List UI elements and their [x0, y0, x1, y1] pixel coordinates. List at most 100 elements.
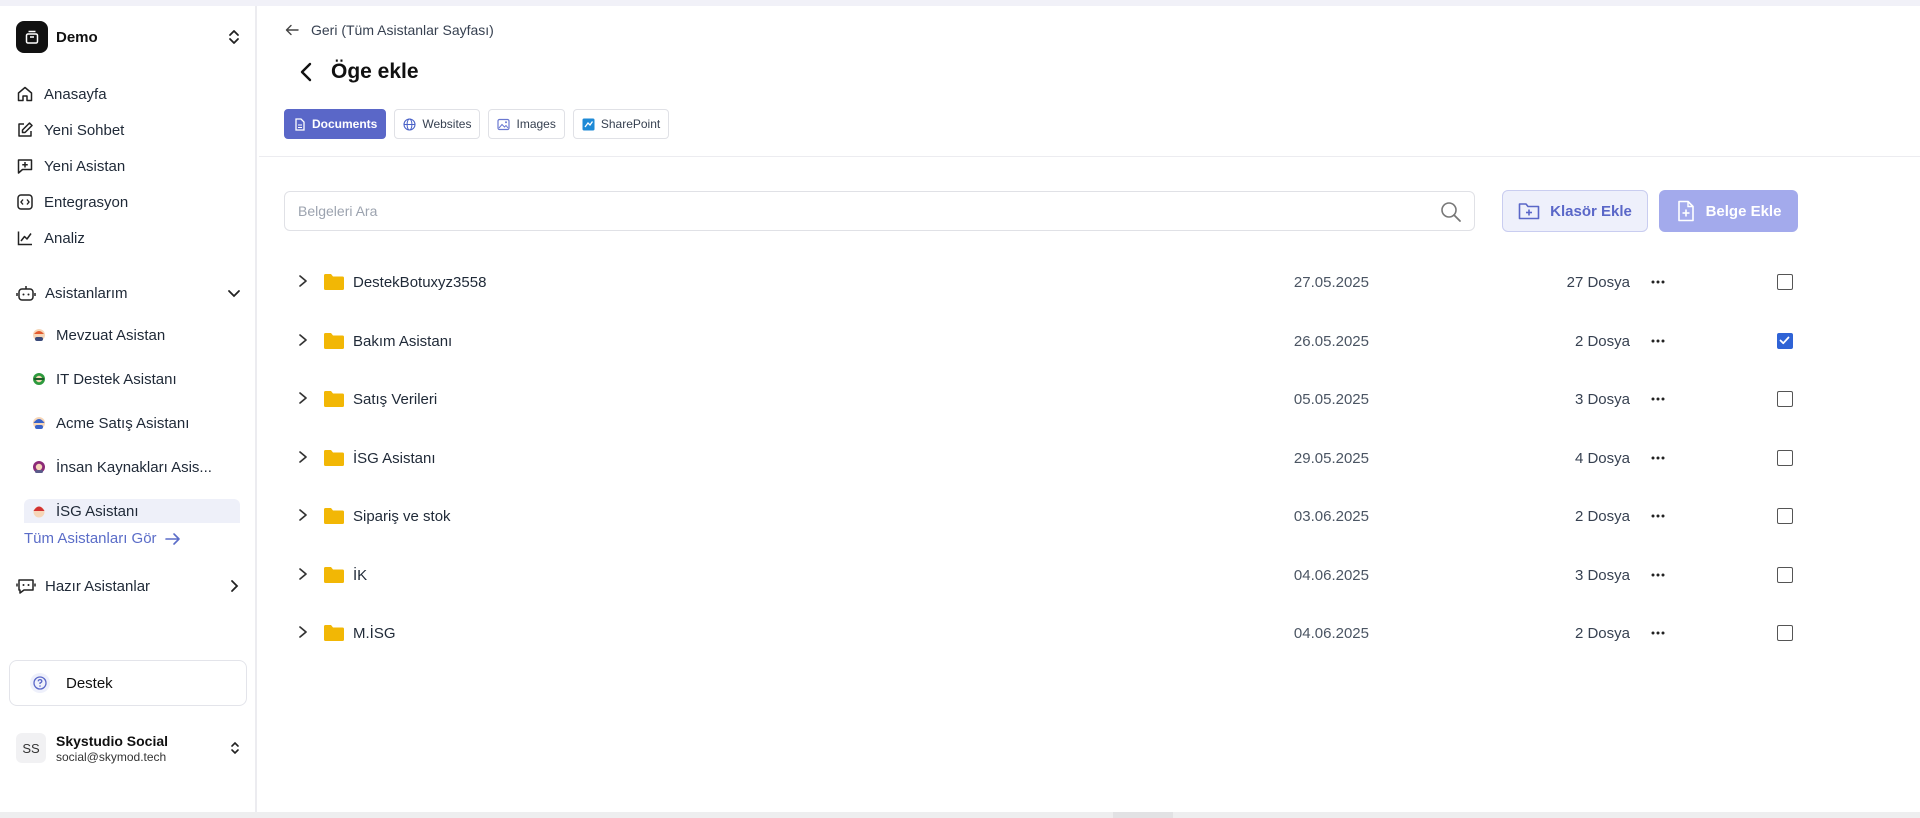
- chevron-right-icon[interactable]: [296, 273, 310, 289]
- assistant-item-acme-satis[interactable]: Acme Satış Asistanı: [24, 401, 240, 445]
- table-row[interactable]: İSG Asistanı 29.05.2025 4 Dosya: [284, 429, 1793, 488]
- assistant-avatar-icon: [32, 416, 46, 430]
- file-plus-icon: [1677, 200, 1694, 222]
- tab-label: Websites: [422, 117, 472, 131]
- more-options-icon[interactable]: [1650, 626, 1666, 640]
- add-document-button[interactable]: Belge Ekle: [1659, 190, 1798, 232]
- row-checkbox[interactable]: [1777, 449, 1793, 466]
- workspace-switcher[interactable]: Demo: [16, 20, 242, 54]
- add-folder-button[interactable]: Klasör Ekle: [1502, 190, 1648, 232]
- row-checkbox[interactable]: [1777, 391, 1793, 407]
- more-options-icon[interactable]: [1650, 451, 1666, 465]
- folder-icon: [324, 274, 344, 290]
- row-checkbox[interactable]: [1777, 625, 1793, 641]
- folder-list: DestekBotuxyz3558 27.05.2025 27 Dosya Bakım…: [284, 253, 1793, 663]
- chevron-right-icon[interactable]: [296, 507, 310, 523]
- folder-date: 04.06.2025: [1293, 625, 1369, 642]
- row-checkbox[interactable]: [1777, 274, 1793, 290]
- source-tabs: Documents Websites Images SharePoint: [284, 109, 677, 139]
- folder-name: Bakım Asistanı: [353, 332, 453, 350]
- row-checkbox[interactable]: [1777, 332, 1793, 349]
- assistant-item-isg[interactable]: İSG Asistanı: [24, 499, 240, 523]
- user-name: Skystudio Social: [56, 732, 169, 749]
- folder-date: 03.06.2025: [1293, 508, 1369, 525]
- nav-item-entegrasyon[interactable]: Entegrasyon: [16, 184, 242, 220]
- file-count: 4 Dosya: [1574, 449, 1630, 467]
- sharepoint-icon: [582, 118, 595, 130]
- folder-date: 27.05.2025: [1293, 274, 1369, 291]
- table-row[interactable]: Sipariş ve stok 03.06.2025 2 Dosya: [284, 487, 1793, 546]
- tab-websites[interactable]: Websites: [394, 109, 481, 139]
- nav-item-yeni-sohbet[interactable]: Yeni Sohbet: [16, 112, 242, 148]
- bot-message-icon: [16, 579, 36, 594]
- file-count: 3 Dosya: [1574, 566, 1630, 584]
- table-row[interactable]: Satış Verileri 05.05.2025 3 Dosya: [284, 370, 1793, 429]
- table-row[interactable]: İK 04.06.2025 3 Dosya: [284, 546, 1793, 605]
- assistant-label: İnsan Kaynakları Asis...: [56, 458, 212, 476]
- more-options-icon[interactable]: [1650, 392, 1666, 406]
- chevron-right-icon[interactable]: [296, 390, 310, 406]
- tab-label: SharePoint: [600, 117, 661, 131]
- tab-images[interactable]: Images: [488, 109, 565, 139]
- folder-plus-icon: [1518, 203, 1540, 220]
- folder-icon: [324, 625, 344, 641]
- home-icon: [17, 86, 33, 102]
- assistants-section-label: Asistanlarım: [45, 284, 128, 302]
- folder-icon: [324, 391, 344, 407]
- table-row[interactable]: Bakım Asistanı 26.05.2025 2 Dosya: [284, 312, 1793, 371]
- ready-assistants-toggle[interactable]: Hazır Asistanlar: [16, 571, 242, 601]
- robot-icon: [16, 286, 36, 301]
- folder-icon: [324, 566, 344, 583]
- horizontal-scrollbar[interactable]: [0, 812, 1920, 818]
- chevron-up-down-icon[interactable]: [228, 739, 242, 757]
- see-all-assistants-link[interactable]: Tüm Asistanları Gör: [24, 530, 181, 547]
- support-button[interactable]: Destek: [9, 660, 247, 706]
- more-options-icon[interactable]: [1650, 568, 1666, 582]
- folder-name: Sipariş ve stok: [353, 508, 451, 525]
- nav-item-anasayfa[interactable]: Anasayfa: [16, 76, 242, 112]
- assistant-label: IT Destek Asistanı: [56, 370, 177, 388]
- row-checkbox[interactable]: [1777, 566, 1793, 583]
- chevron-up-down-icon[interactable]: [226, 27, 242, 47]
- nav-label: Yeni Asistan: [44, 157, 126, 175]
- search-input[interactable]: [285, 192, 1415, 230]
- more-options-icon[interactable]: [1650, 334, 1666, 348]
- more-options-icon[interactable]: [1650, 275, 1666, 289]
- scrollbar-thumb[interactable]: [1113, 812, 1173, 818]
- code-icon: [17, 194, 33, 210]
- chevron-right-icon: [231, 580, 239, 592]
- assistant-list: Mevzuat Asistan IT Destek Asistanı Acme …: [24, 313, 240, 523]
- more-options-icon[interactable]: [1650, 509, 1666, 523]
- see-all-label: Tüm Asistanları Gör: [24, 530, 157, 547]
- back-link[interactable]: Geri (Tüm Asistanlar Sayfası): [285, 22, 494, 38]
- back-label: Geri (Tüm Asistanlar Sayfası): [311, 22, 494, 38]
- tab-sharepoint[interactable]: SharePoint: [572, 109, 670, 139]
- nav-item-analiz[interactable]: Analiz: [16, 220, 242, 256]
- folder-date: 26.05.2025: [1293, 332, 1369, 350]
- chevron-left-icon[interactable]: [295, 60, 317, 84]
- search-icon[interactable]: [1440, 201, 1462, 223]
- row-checkbox[interactable]: [1777, 508, 1793, 524]
- folder-icon: [324, 508, 344, 524]
- user-menu[interactable]: SS Skystudio Social social@skymod.tech: [16, 728, 242, 768]
- workspace-logo-icon: [16, 21, 48, 53]
- chevron-right-icon[interactable]: [296, 449, 310, 465]
- chevron-right-icon[interactable]: [296, 332, 310, 348]
- assistant-item-insan-kaynaklari[interactable]: İnsan Kaynakları Asis...: [24, 445, 240, 489]
- image-icon: [497, 118, 511, 130]
- tab-documents[interactable]: Documents: [284, 109, 387, 139]
- file-count: 3 Dosya: [1574, 391, 1630, 408]
- assistant-label: İSG Asistanı: [56, 502, 139, 520]
- table-row[interactable]: M.İSG 04.06.2025 2 Dosya: [284, 604, 1793, 663]
- assistants-section-toggle[interactable]: Asistanlarım: [16, 278, 242, 308]
- table-row[interactable]: DestekBotuxyz3558 27.05.2025 27 Dosya: [284, 253, 1793, 312]
- assistant-item-mevzuat[interactable]: Mevzuat Asistan: [24, 313, 240, 357]
- chevron-right-icon[interactable]: [296, 624, 310, 640]
- assistant-item-it-destek[interactable]: IT Destek Asistanı: [24, 357, 240, 401]
- nav-item-yeni-asistan[interactable]: Yeni Asistan: [16, 148, 242, 184]
- file-count: 27 Dosya: [1566, 274, 1630, 291]
- folder-icon: [324, 449, 344, 466]
- add-document-label: Belge Ekle: [1705, 202, 1782, 220]
- chevron-right-icon[interactable]: [296, 566, 310, 582]
- search-box: [284, 191, 1475, 231]
